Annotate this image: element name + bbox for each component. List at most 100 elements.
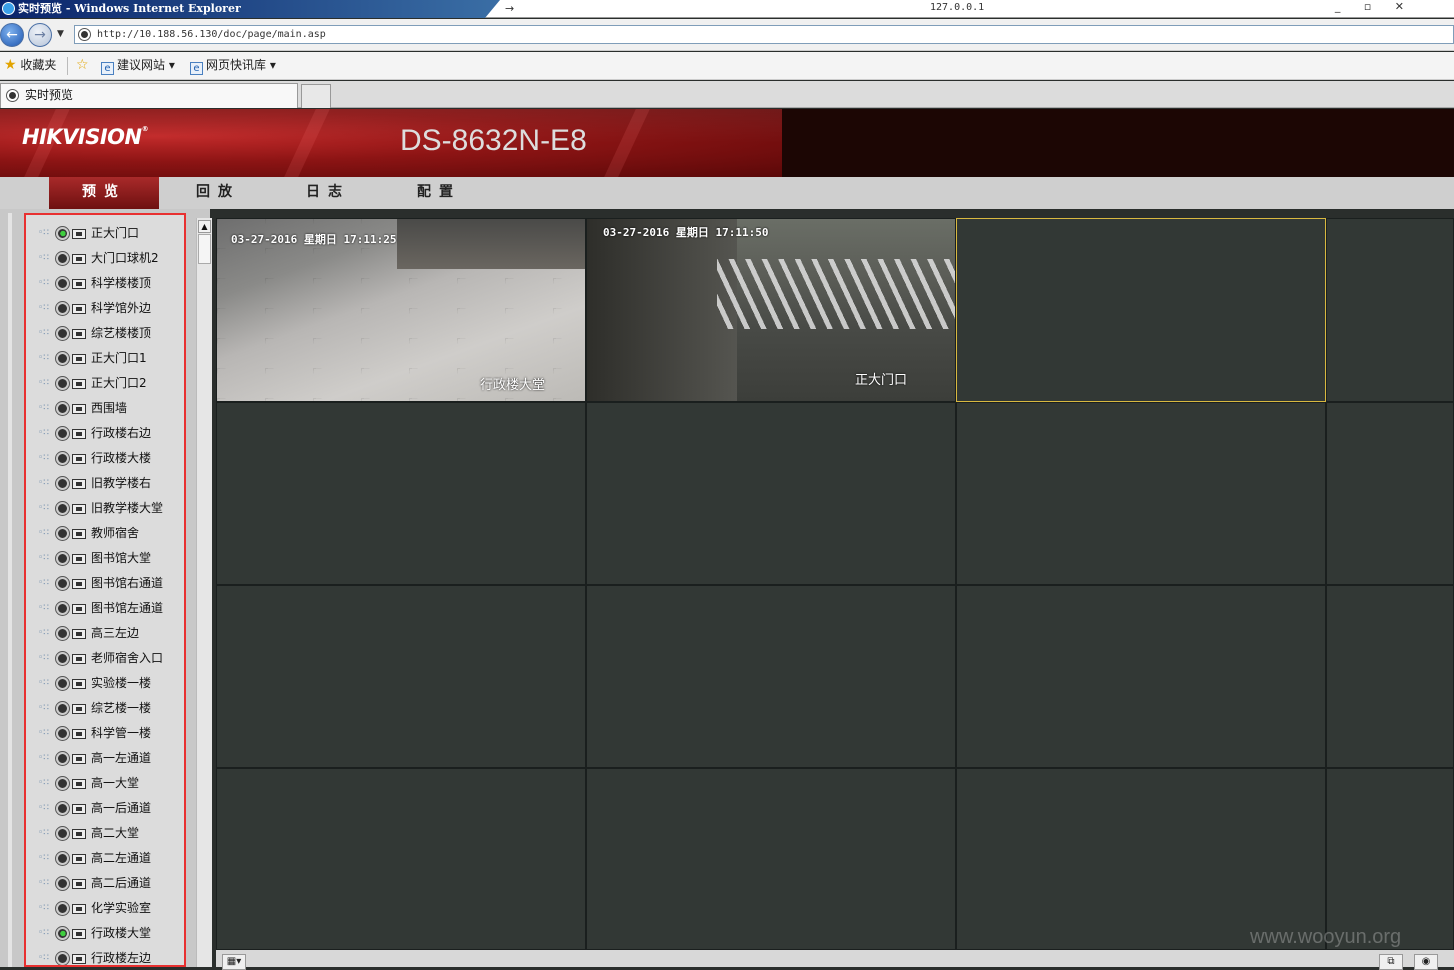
- camera-list-item[interactable]: ◦∷ 实验楼一楼: [38, 671, 151, 696]
- camera-list-item[interactable]: ◦∷ 科学管一楼: [38, 721, 151, 746]
- record-icon[interactable]: [72, 678, 86, 689]
- camera-list-item[interactable]: ◦∷ 图书馆左通道: [38, 596, 163, 621]
- camera-list-item[interactable]: ◦∷ 科学馆外边: [38, 296, 151, 321]
- record-icon[interactable]: [72, 753, 86, 764]
- camera-list-item[interactable]: ◦∷ 老师宿舍入口: [38, 646, 163, 671]
- camera-status-icon[interactable]: [55, 526, 70, 541]
- camera-status-icon[interactable]: [55, 651, 70, 666]
- menu-preview[interactable]: 预览: [49, 177, 159, 209]
- url-input[interactable]: http://10.188.56.130/doc/page/main.asp: [74, 25, 1454, 44]
- record-icon[interactable]: [72, 778, 86, 789]
- camera-status-icon[interactable]: [55, 701, 70, 716]
- camera-status-icon[interactable]: [55, 301, 70, 316]
- record-icon[interactable]: [72, 428, 86, 439]
- camera-status-icon[interactable]: [55, 951, 70, 965]
- scroll-thumb[interactable]: [198, 234, 211, 264]
- new-tab-button[interactable]: [301, 84, 331, 108]
- camera-status-icon[interactable]: [55, 851, 70, 866]
- video-cell-13[interactable]: [216, 768, 586, 950]
- video-cell-11[interactable]: [956, 585, 1326, 768]
- window-split-icon[interactable]: ⧉: [1379, 954, 1403, 970]
- camera-status-icon[interactable]: [55, 326, 70, 341]
- camera-status-icon[interactable]: [55, 276, 70, 291]
- camera-list-item[interactable]: ◦∷ 高三左边: [38, 621, 139, 646]
- record-icon[interactable]: [72, 453, 86, 464]
- record-icon[interactable]: [72, 878, 86, 889]
- camera-status-icon[interactable]: [55, 351, 70, 366]
- camera-status-icon[interactable]: [55, 601, 70, 616]
- window-controls[interactable]: _ ▫ ✕: [1335, 0, 1414, 13]
- video-cell-5[interactable]: [216, 402, 586, 585]
- video-cell-4[interactable]: [1326, 218, 1454, 402]
- record-icon[interactable]: [72, 553, 86, 564]
- record-icon[interactable]: [72, 378, 86, 389]
- camera-list-item[interactable]: ◦∷ 行政楼大楼: [38, 446, 151, 471]
- camera-list-item[interactable]: ◦∷ 综艺楼一楼: [38, 696, 151, 721]
- fav-link-suggested[interactable]: e 建议网站 ▾: [101, 52, 175, 78]
- camera-list-item[interactable]: ◦∷ 科学楼楼顶: [38, 271, 151, 296]
- camera-list-item[interactable]: ◦∷ 综艺楼楼顶: [38, 321, 151, 346]
- camera-status-icon[interactable]: [55, 226, 70, 241]
- tab-live-preview[interactable]: 实时预览: [0, 83, 298, 108]
- layout-grid-icon[interactable]: ▦▾: [222, 954, 246, 970]
- camera-list-item[interactable]: ◦∷ 正大门口: [38, 221, 139, 246]
- camera-list-item[interactable]: ◦∷ 高二后通道: [38, 871, 151, 896]
- camera-list-scrollbar[interactable]: ▲: [196, 218, 212, 967]
- record-icon[interactable]: [72, 228, 86, 239]
- camera-status-icon[interactable]: [55, 901, 70, 916]
- record-icon[interactable]: [72, 353, 86, 364]
- camera-status-icon[interactable]: [55, 476, 70, 491]
- camera-list-item[interactable]: ◦∷ 旧教学楼大堂: [38, 496, 163, 521]
- camera-list-item[interactable]: ◦∷ 正大门口1: [38, 346, 147, 371]
- record-icon[interactable]: [72, 503, 86, 514]
- video-cell-3-selected[interactable]: [956, 218, 1326, 402]
- camera-status-icon[interactable]: [55, 776, 70, 791]
- camera-list-item[interactable]: ◦∷ 高一后通道: [38, 796, 151, 821]
- camera-status-icon[interactable]: [55, 876, 70, 891]
- record-icon[interactable]: [72, 803, 86, 814]
- camera-status-icon[interactable]: [55, 451, 70, 466]
- camera-status-icon[interactable]: [55, 626, 70, 641]
- camera-list-item[interactable]: ◦∷ 行政楼左边: [38, 946, 151, 965]
- video-cell-7[interactable]: [956, 402, 1326, 585]
- video-cell-10[interactable]: [586, 585, 956, 768]
- forward-button[interactable]: →: [28, 23, 52, 47]
- video-cell-8[interactable]: [1326, 402, 1454, 585]
- record-icon[interactable]: [72, 828, 86, 839]
- camera-status-icon[interactable]: [55, 751, 70, 766]
- record-icon[interactable]: [72, 578, 86, 589]
- camera-list-item[interactable]: ◦∷ 旧教学楼右: [38, 471, 151, 496]
- camera-status-icon[interactable]: [55, 801, 70, 816]
- video-cell-6[interactable]: [586, 402, 956, 585]
- menu-playback[interactable]: 回放: [196, 177, 240, 209]
- camera-status-icon[interactable]: [55, 551, 70, 566]
- camera-list-item[interactable]: ◦∷ 图书馆大堂: [38, 546, 151, 571]
- menu-config[interactable]: 配置: [417, 177, 461, 209]
- record-icon[interactable]: [72, 953, 86, 964]
- camera-snapshot-icon[interactable]: ◉: [1414, 954, 1438, 970]
- camera-status-icon[interactable]: [55, 926, 70, 941]
- camera-status-icon[interactable]: [55, 826, 70, 841]
- video-cell-12[interactable]: [1326, 585, 1454, 768]
- video-cell-1[interactable]: 03-27-2016 星期日 17:11:25 行政楼大堂: [216, 218, 586, 402]
- camera-list-item[interactable]: ◦∷ 高二左通道: [38, 846, 151, 871]
- record-icon[interactable]: [72, 603, 86, 614]
- camera-status-icon[interactable]: [55, 376, 70, 391]
- record-icon[interactable]: [72, 853, 86, 864]
- camera-status-icon[interactable]: [55, 501, 70, 516]
- record-icon[interactable]: [72, 303, 86, 314]
- camera-status-icon[interactable]: [55, 401, 70, 416]
- camera-list-item[interactable]: ◦∷ 正大门口2: [38, 371, 147, 396]
- camera-status-icon[interactable]: [55, 676, 70, 691]
- record-icon[interactable]: [72, 328, 86, 339]
- camera-list-item[interactable]: ◦∷ 图书馆右通道: [38, 571, 163, 596]
- record-icon[interactable]: [72, 628, 86, 639]
- camera-status-icon[interactable]: [55, 726, 70, 741]
- record-icon[interactable]: [72, 478, 86, 489]
- panel-splitter[interactable]: [8, 213, 12, 967]
- history-dropdown-icon[interactable]: ▼: [57, 29, 64, 39]
- camera-status-icon[interactable]: [55, 576, 70, 591]
- video-cell-14[interactable]: [586, 768, 956, 950]
- add-favorite-icon[interactable]: ☆: [76, 52, 89, 78]
- camera-list-item[interactable]: ◦∷ 教师宿舍: [38, 521, 139, 546]
